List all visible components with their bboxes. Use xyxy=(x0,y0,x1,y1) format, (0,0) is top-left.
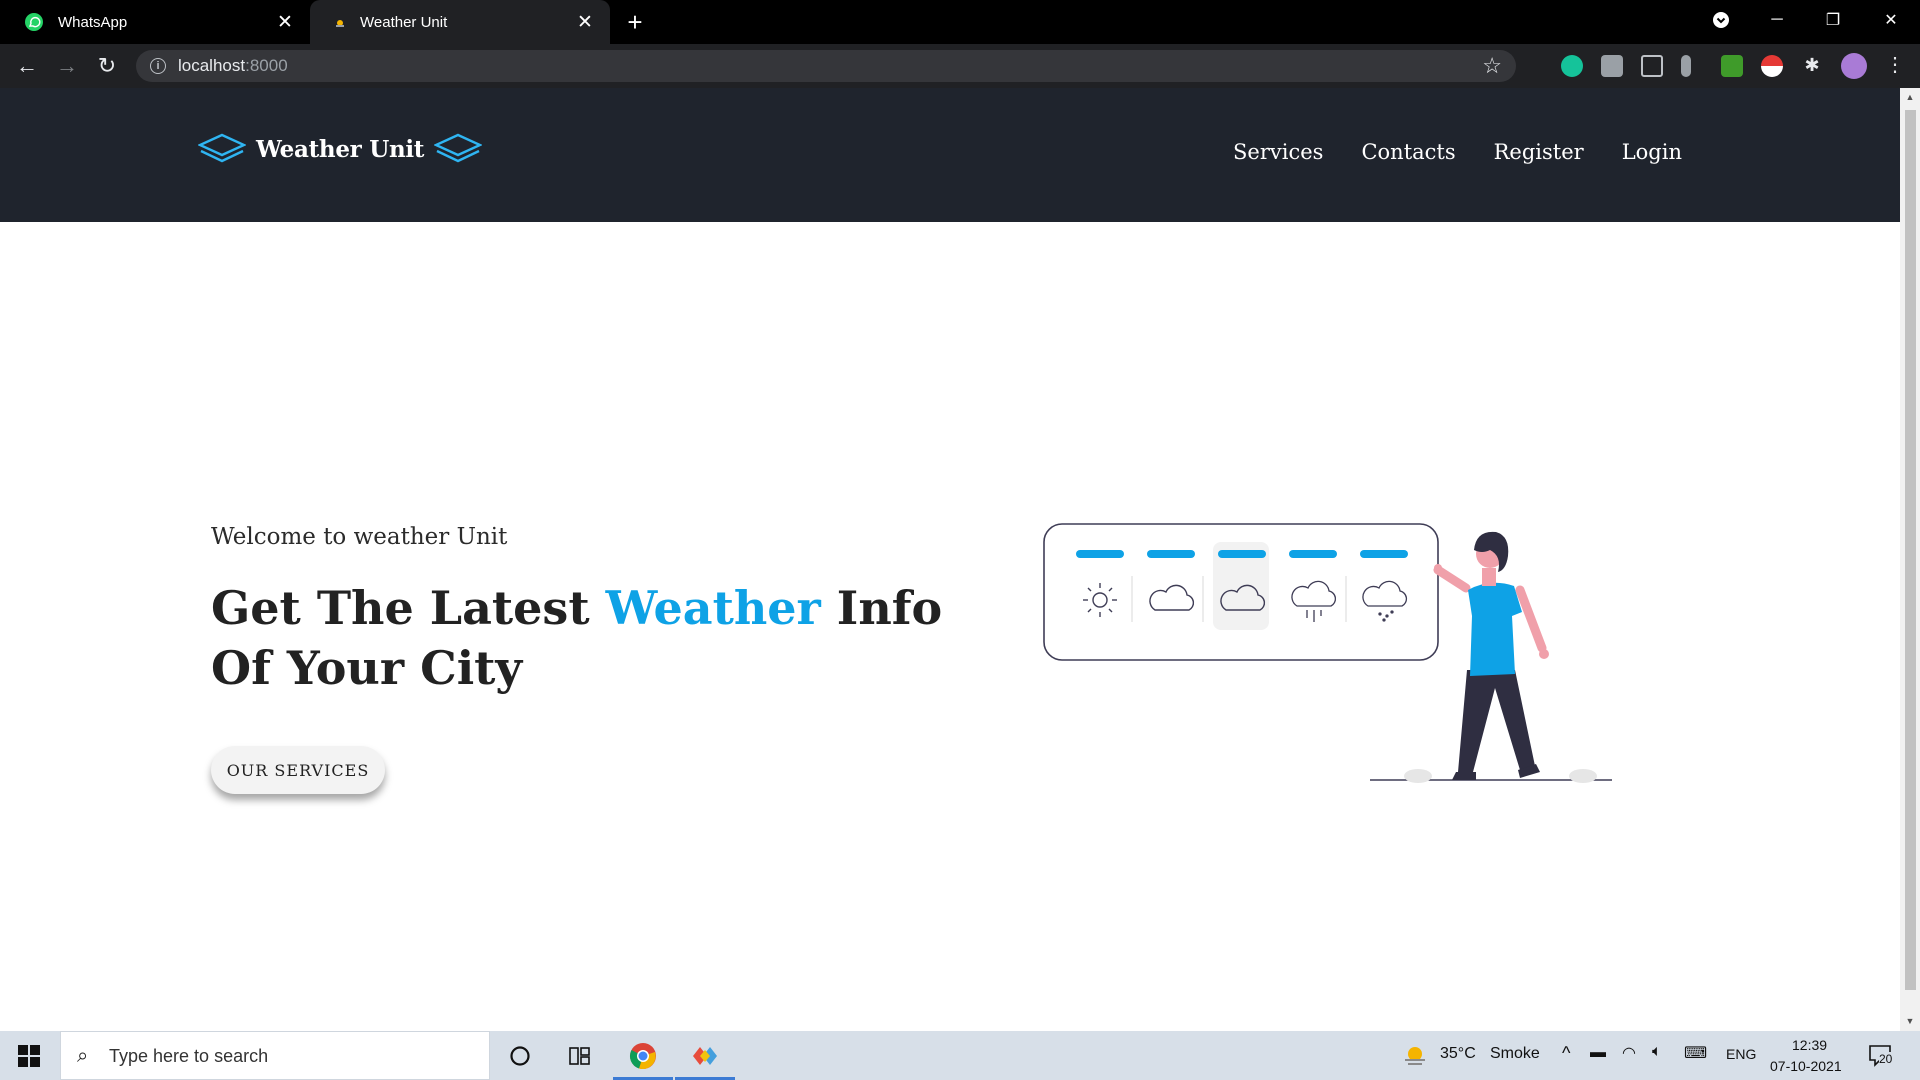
chevron-up-icon[interactable]: ^ xyxy=(1562,1043,1570,1064)
notification-center-icon[interactable]: 20 xyxy=(1868,1043,1894,1067)
weather-desc[interactable]: Smoke xyxy=(1490,1045,1540,1063)
task-view-icon[interactable] xyxy=(550,1031,610,1080)
browser-tab-strip: WhatsApp ✕ Weather Unit ✕ + ─ ❐ ✕ xyxy=(0,0,1920,44)
address-bar[interactable]: i localhost:8000 ☆ xyxy=(136,50,1516,82)
chrome-taskbar-icon[interactable] xyxy=(613,1031,673,1080)
search-placeholder: Type here to search xyxy=(109,1046,269,1066)
our-services-button[interactable]: OUR SERVICES xyxy=(211,746,385,794)
new-tab-button[interactable]: + xyxy=(621,7,649,37)
wifi-icon[interactable]: ◠ xyxy=(1622,1043,1636,1063)
scroll-thumb[interactable] xyxy=(1905,110,1916,990)
stack-icon xyxy=(434,133,483,163)
search-icon: ⌕ xyxy=(77,1045,89,1067)
stack-icon xyxy=(198,133,246,163)
whatsapp-icon xyxy=(25,13,43,31)
profile-avatar[interactable] xyxy=(1841,53,1867,79)
close-window-icon[interactable]: ✕ xyxy=(1864,0,1918,40)
day-bar xyxy=(1360,550,1408,558)
extensions-puzzle-icon[interactable]: ✱ xyxy=(1801,55,1823,77)
hero-title: Get The Latest Weather Info Of Your City xyxy=(211,578,971,698)
nav-login[interactable]: Login xyxy=(1622,140,1682,164)
tab-title: WhatsApp xyxy=(58,13,128,31)
url-text: localhost:8000 xyxy=(178,56,288,76)
day-bar xyxy=(1076,550,1124,558)
reload-icon[interactable]: ↻ xyxy=(92,51,122,81)
app-taskbar-icon[interactable] xyxy=(675,1031,735,1080)
weather-temp[interactable]: 35°C xyxy=(1440,1045,1476,1063)
page-scrollbar[interactable]: ▲ ▼ xyxy=(1900,88,1920,1031)
extension-icon[interactable] xyxy=(1681,55,1691,77)
day-bar xyxy=(1289,550,1337,558)
clock-time[interactable]: 12:39 xyxy=(1792,1037,1827,1053)
keyboard-icon[interactable]: ⌨ xyxy=(1684,1043,1707,1063)
tab-whatsapp[interactable]: WhatsApp ✕ xyxy=(0,0,310,44)
weather-sun-haze-icon[interactable] xyxy=(1402,1043,1428,1069)
restore-icon[interactable]: ❐ xyxy=(1806,0,1860,40)
windows-taskbar: ⌕ Type here to search 35°C Smoke ^ ▬ ◠ 🔈… xyxy=(0,1031,1920,1080)
battery-icon[interactable]: ▬ xyxy=(1590,1044,1606,1062)
extension-icon[interactable] xyxy=(1601,55,1623,77)
language-indicator[interactable]: ENG xyxy=(1726,1046,1756,1062)
url-port: :8000 xyxy=(245,56,288,75)
hero-title-start: Get The Latest xyxy=(211,581,606,635)
clock-date[interactable]: 07-10-2021 xyxy=(1770,1058,1842,1074)
windows-start-icon[interactable] xyxy=(18,1045,40,1067)
nav-contacts[interactable]: Contacts xyxy=(1361,140,1455,164)
tab-weather-unit[interactable]: Weather Unit ✕ xyxy=(310,0,610,44)
hero-title-accent: Weather xyxy=(605,581,821,635)
bookmark-star-icon[interactable]: ☆ xyxy=(1482,53,1502,79)
weather-illustration xyxy=(1043,523,1612,783)
hero-subtitle: Welcome to weather Unit xyxy=(211,524,508,550)
site-header: Weather Unit Services Contacts Register … xyxy=(0,88,1900,222)
person-figure xyxy=(1433,531,1549,780)
tab-search-icon[interactable] xyxy=(1694,0,1748,40)
scroll-down-icon[interactable]: ▼ xyxy=(1905,1016,1915,1026)
minimize-icon[interactable]: ─ xyxy=(1750,0,1804,40)
main-nav: Services Contacts Register Login xyxy=(1195,140,1682,164)
browser-toolbar: ← → ↻ i localhost:8000 ☆ ✱ ⋮ xyxy=(0,44,1920,88)
scroll-up-icon[interactable]: ▲ xyxy=(1905,92,1915,102)
day-bar xyxy=(1218,550,1266,558)
back-icon[interactable]: ← xyxy=(12,51,42,81)
logo-text: Weather Unit xyxy=(256,135,425,163)
close-tab-icon[interactable]: ✕ xyxy=(274,11,296,33)
notification-count: 20 xyxy=(1879,1052,1893,1066)
site-favicon xyxy=(336,20,344,27)
pen-extension-icon[interactable] xyxy=(1641,55,1663,77)
info-icon[interactable]: i xyxy=(150,58,166,74)
tree-extension-icon[interactable] xyxy=(1721,55,1743,77)
cortana-icon[interactable] xyxy=(490,1031,550,1080)
grammarly-extension-icon[interactable] xyxy=(1561,55,1583,77)
tab-title: Weather Unit xyxy=(360,13,448,31)
url-host: localhost xyxy=(178,56,246,75)
taskbar-search-input[interactable]: ⌕ Type here to search xyxy=(60,1031,490,1080)
page-viewport: Weather Unit Services Contacts Register … xyxy=(0,88,1900,1031)
volume-icon[interactable]: 🔈︎ xyxy=(1652,1043,1662,1061)
nav-services[interactable]: Services xyxy=(1233,140,1323,164)
pokeball-extension-icon[interactable] xyxy=(1761,55,1783,77)
site-logo[interactable]: Weather Unit xyxy=(198,132,483,166)
close-tab-icon[interactable]: ✕ xyxy=(574,11,596,33)
nav-register[interactable]: Register xyxy=(1494,140,1584,164)
menu-kebab-icon[interactable]: ⋮ xyxy=(1884,55,1906,77)
day-bar xyxy=(1147,550,1195,558)
forward-icon[interactable]: → xyxy=(52,51,82,81)
